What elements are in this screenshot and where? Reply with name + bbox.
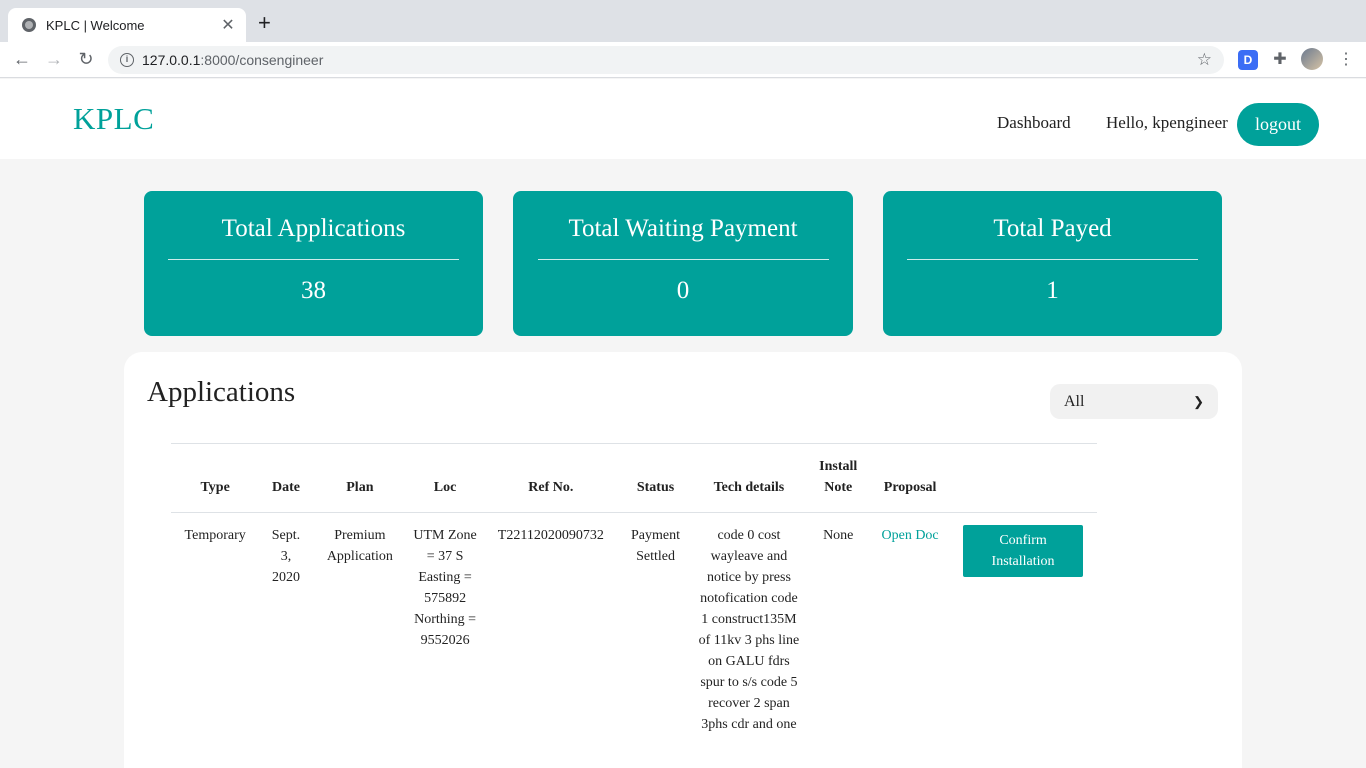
applications-title: Applications — [147, 376, 296, 408]
address-bar[interactable]: i 127.0.0.1:8000/consengineer ☆ — [108, 46, 1224, 74]
bookmark-star-icon[interactable]: ☆ — [1197, 50, 1212, 70]
column-header-type: Type — [171, 443, 260, 513]
cell-tech-details: code 0 cost wayleave and notice by press… — [698, 528, 800, 732]
stat-card-divider — [537, 259, 829, 260]
status-filter-select[interactable]: All ❯ — [1050, 384, 1218, 419]
confirm-installation-button[interactable]: Confirm Installation — [963, 525, 1084, 577]
cell-date: Sept. 3, 2020 — [271, 528, 301, 585]
cell-install-note: None — [823, 528, 854, 543]
app-header: KPLC Dashboard Hello, kpengineer logout — [0, 79, 1366, 159]
chevron-down-icon: ❯ — [1193, 393, 1204, 409]
forward-icon[interactable]: → — [38, 49, 70, 70]
column-header-date: Date — [259, 443, 313, 513]
stat-card-title: Total Payed — [993, 215, 1112, 242]
cell-status: Payment Settled — [631, 528, 681, 564]
stat-card-value: 0 — [676, 277, 690, 304]
column-header-install-note: Install Note — [805, 443, 872, 513]
cell-proposal: Open Doc — [871, 513, 949, 748]
stat-card-title: Total Applications — [221, 215, 406, 242]
open-doc-link[interactable]: Open Doc — [882, 528, 939, 543]
stat-card-value: 1 — [1046, 277, 1059, 304]
status-filter-value: All — [1064, 392, 1085, 410]
kplc-logo[interactable]: KPLC — [73, 101, 154, 137]
cell-type: Temporary — [184, 528, 246, 543]
cell-action: Confirm Installation — [949, 513, 1097, 748]
site-info-icon[interactable]: i — [120, 53, 134, 67]
url-host: 127.0.0.1 — [142, 52, 201, 68]
stat-card-divider — [907, 259, 1198, 260]
applications-table: Type Date Plan Loc Ref No. Status Tech d… — [171, 443, 1097, 747]
new-tab-icon[interactable]: + — [258, 10, 271, 36]
table-row: Temporary Sept. 3, 2020 Premium Applicat… — [171, 513, 1097, 748]
cell-loc: UTM Zone = 37 S Easting = 575892 Northin… — [413, 528, 477, 648]
browser-tab[interactable]: KPLC | Welcome ✕ — [8, 8, 246, 42]
user-greeting: Hello, kpengineer — [1106, 113, 1228, 132]
column-header-tech-details: Tech details — [692, 443, 806, 513]
tab-title: KPLC | Welcome — [46, 17, 145, 33]
column-header-action — [949, 443, 1097, 513]
column-header-ref-no: Ref No. — [483, 443, 619, 513]
close-tab-icon[interactable]: ✕ — [220, 15, 236, 35]
stat-card-total-payed: Total Payed 1 — [883, 191, 1222, 336]
applications-panel: Applications All ❯ Type Date Plan Loc Re… — [124, 352, 1242, 768]
stat-card-total-waiting-payment: Total Waiting Payment 0 — [513, 191, 853, 336]
extension-d-icon[interactable]: D — [1238, 50, 1258, 70]
logout-button[interactable]: logout — [1237, 103, 1319, 146]
cell-plan: Premium Application — [326, 528, 393, 564]
browser-menu-icon[interactable]: ⋮ — [1336, 50, 1356, 70]
url-path: :8000/consengineer — [200, 52, 324, 68]
stat-card-divider — [168, 259, 459, 260]
column-header-proposal: Proposal — [871, 443, 950, 513]
table-header-row: Type Date Plan Loc Ref No. Status Tech d… — [171, 443, 1097, 513]
cell-ref-no: T22112020090732 — [497, 528, 604, 543]
nav-dashboard-link[interactable]: Dashboard — [997, 113, 1071, 133]
profile-avatar[interactable] — [1301, 48, 1323, 70]
back-icon[interactable]: ← — [6, 49, 38, 70]
stat-card-value: 38 — [301, 277, 326, 304]
stat-card-total-applications: Total Applications 38 — [144, 191, 483, 336]
globe-icon — [22, 18, 36, 32]
stat-card-title: Total Waiting Payment — [568, 215, 798, 242]
reload-icon[interactable]: ↻ — [70, 49, 102, 70]
column-header-loc: Loc — [407, 443, 484, 513]
extensions-puzzle-icon[interactable]: ✚ — [1270, 50, 1290, 70]
column-header-plan: Plan — [312, 443, 408, 513]
browser-toolbar: ← → ↻ i 127.0.0.1:8000/consengineer ☆ D … — [0, 42, 1366, 78]
browser-tab-strip: KPLC | Welcome ✕ + — [0, 0, 1366, 42]
column-header-status: Status — [618, 443, 693, 513]
